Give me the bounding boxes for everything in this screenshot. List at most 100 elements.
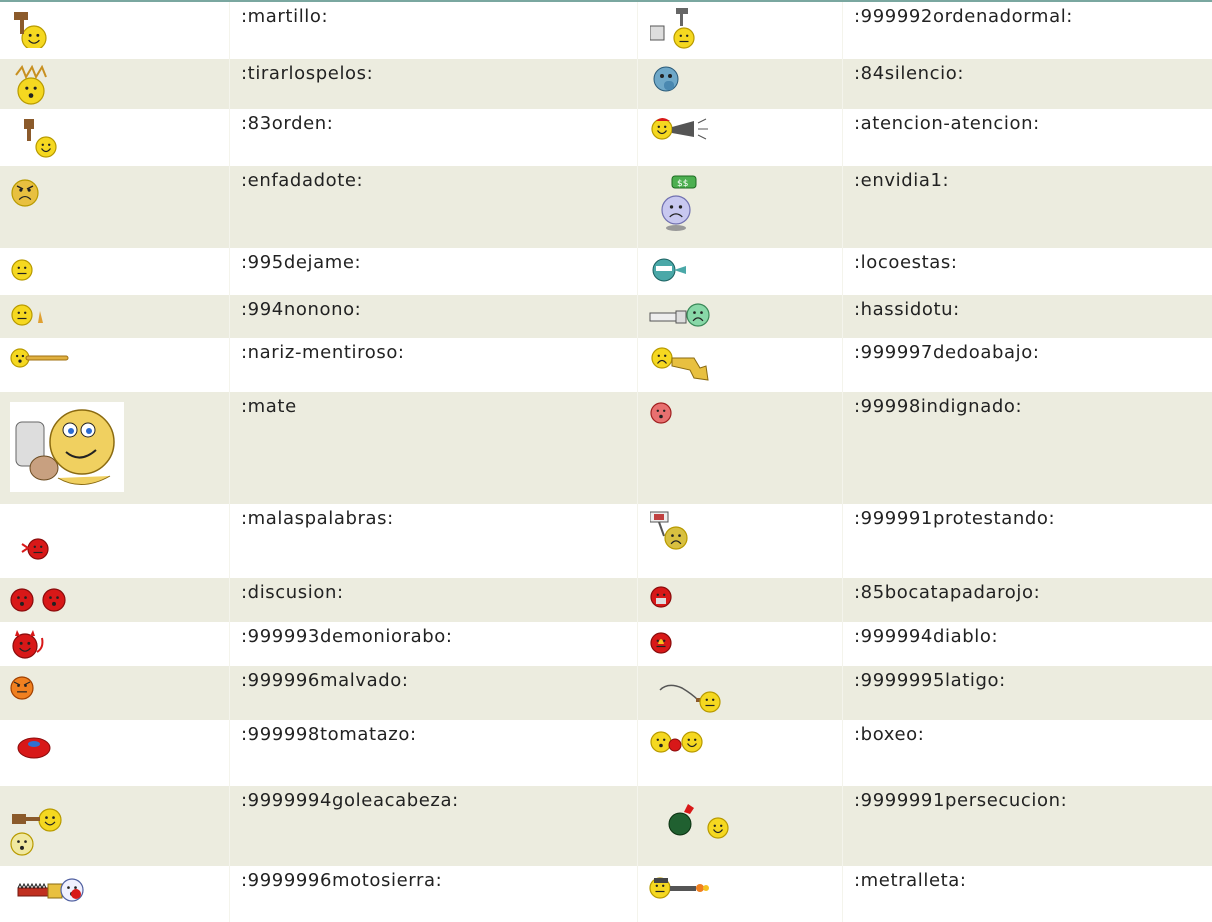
- emoticon-code: :metralleta:: [854, 870, 967, 891]
- emoticon-cell: [0, 866, 230, 922]
- angry-smiley-icon[interactable]: [10, 178, 42, 210]
- table-row: :994nonono::hassidotu:: [0, 295, 1212, 338]
- table-row: :tirarlospelos: :84silencio:: [0, 59, 1212, 109]
- table-row: :mate :99998indignado:: [0, 392, 1212, 504]
- crazy-smiley-icon[interactable]: [650, 258, 690, 284]
- table-row: :999996malvado: :9999995latigo:: [0, 666, 1212, 720]
- boxing-smileys-icon[interactable]: [650, 728, 704, 758]
- pointing-finger-smiley-icon[interactable]: [648, 301, 714, 329]
- emoticon-code-cell: :9999995latigo:: [843, 666, 1212, 720]
- mate-smiley-icon[interactable]: [10, 402, 124, 492]
- emoticon-code: :999996malvado:: [241, 670, 409, 691]
- table-row: :995dejame: :locoestas:: [0, 248, 1212, 295]
- emoticon-code-cell: :999991protestando:: [843, 504, 1212, 578]
- emoticon-cell: [0, 392, 230, 504]
- emoticon-code: :envidia1:: [854, 170, 950, 191]
- thumbs-down-smiley-icon[interactable]: [650, 344, 718, 382]
- devil-fire-smiley-icon[interactable]: [650, 630, 676, 656]
- megaphone-smiley-icon[interactable]: [650, 115, 710, 145]
- table-row: :enfadadote: $$:envidia1:: [0, 166, 1212, 248]
- protest-sign-smiley-icon[interactable]: [650, 510, 698, 550]
- emoticon-code: :83orden:: [241, 113, 334, 134]
- emoticon-code-cell: :tirarlospelos:: [230, 59, 638, 109]
- emoticon-code-cell: :83orden:: [230, 109, 638, 166]
- devil-tail-smiley-icon[interactable]: [10, 628, 46, 662]
- emoticon-code-cell: :discusion:: [230, 578, 638, 622]
- covered-mouth-red-smiley-icon[interactable]: [650, 586, 676, 612]
- emoticon-cell: [638, 578, 843, 622]
- emoticon-cell: [638, 392, 843, 504]
- emoticon-code-cell: :boxeo:: [843, 720, 1212, 786]
- emoticon-cell: [638, 720, 843, 786]
- no-no-finger-smiley-icon[interactable]: [10, 301, 50, 329]
- table-row: :9999994goleacabeza::9999991persecucion:: [0, 786, 1212, 866]
- emoticon-cell: [638, 622, 843, 666]
- emoticon-code-cell: :martillo:: [230, 2, 638, 59]
- emoticon-cell: [0, 338, 230, 392]
- emoticon-code-cell: :999997dedoabajo:: [843, 338, 1212, 392]
- liar-nose-smiley-icon[interactable]: [10, 346, 72, 370]
- emoticon-code: :84silencio:: [854, 63, 965, 84]
- emoticon-cell: $$: [638, 166, 843, 248]
- table-row: :malaspalabras: :999991protestando:: [0, 504, 1212, 578]
- emoticon-code: :9999991persecucion:: [854, 790, 1068, 811]
- emoticon-cell: [638, 109, 843, 166]
- emoticon-code: :999997dedoabajo:: [854, 342, 1040, 363]
- machine-gun-smiley-icon[interactable]: [648, 874, 712, 902]
- chainsaw-smiley-icon[interactable]: [16, 874, 86, 906]
- emoticon-cell: [638, 2, 843, 59]
- pulling-hair-smiley-icon[interactable]: [10, 65, 52, 105]
- emoticon-code-cell: :99998indignado:: [843, 392, 1212, 504]
- emoticon-code-cell: :locoestas:: [843, 248, 1212, 295]
- emoticon-cell: [638, 295, 843, 338]
- table-row: :999993demoniorabo: :999994diablo:: [0, 622, 1212, 666]
- smashed-computer-smiley-icon[interactable]: [650, 6, 700, 50]
- emoticon-code-cell: :999993demoniorabo:: [230, 622, 638, 666]
- emoticon-cell: [0, 786, 230, 866]
- emoticon-code-cell: :malaspalabras:: [230, 504, 638, 578]
- bad-words-smiley-icon[interactable]: [20, 536, 52, 562]
- table-row: :nariz-mentiroso: :999997dedoabajo:: [0, 338, 1212, 392]
- envy-smiley-icon[interactable]: $$: [650, 174, 700, 232]
- indignant-smiley-icon[interactable]: [650, 402, 676, 428]
- emoticon-code-cell: :mate: [230, 392, 638, 504]
- emoticon-code: :nariz-mentiroso:: [241, 342, 405, 363]
- emoticon-code: :atencion-atencion:: [854, 113, 1040, 134]
- emoticon-code: :discusion:: [241, 582, 344, 603]
- emoticon-code-cell: :999992ordenadormal:: [843, 2, 1212, 59]
- emoticon-code-cell: :atencion-atencion:: [843, 109, 1212, 166]
- emoticon-cell: [0, 666, 230, 720]
- emoticon-code-cell: :84silencio:: [843, 59, 1212, 109]
- whip-smiley-icon[interactable]: [658, 680, 724, 714]
- hit-head-smiley-icon[interactable]: [10, 806, 70, 858]
- emoticon-cell: [638, 59, 843, 109]
- emoticon-cell: [638, 338, 843, 392]
- emoticon-cell: [0, 109, 230, 166]
- emoticon-cell: [0, 166, 230, 248]
- emoticon-code: :999998tomatazo:: [241, 724, 417, 745]
- tomato-splat-icon[interactable]: [14, 734, 54, 762]
- emoticon-code: :martillo:: [241, 6, 329, 27]
- bomb-chase-smiley-icon[interactable]: [666, 800, 738, 840]
- gavel-order-smiley-icon[interactable]: [20, 115, 60, 159]
- emoticon-cell: [0, 295, 230, 338]
- emoticon-code: :999994diablo:: [854, 626, 999, 647]
- hammer-smiley-icon[interactable]: [10, 8, 50, 48]
- emoticon-code: :hassidotu:: [854, 299, 960, 320]
- evil-smiley-icon[interactable]: [10, 676, 38, 704]
- table-row: :discusion::85bocatapadarojo:: [0, 578, 1212, 622]
- emoticon-cell: [638, 666, 843, 720]
- emoticon-code: :mate: [241, 396, 297, 417]
- silence-smiley-icon[interactable]: [650, 63, 686, 97]
- emoticon-code-cell: :metralleta:: [843, 866, 1212, 922]
- emoticon-cell: [0, 2, 230, 59]
- table-row: :999998tomatazo: :boxeo:: [0, 720, 1212, 786]
- emoticon-code-cell: :nariz-mentiroso:: [230, 338, 638, 392]
- argument-smileys-icon[interactable]: [10, 586, 70, 614]
- table-row: :83orden: :atencion-atencion:: [0, 109, 1212, 166]
- leave-me-smiley-icon[interactable]: [10, 258, 38, 286]
- emoticon-cell: [0, 622, 230, 666]
- emoticon-code-cell: :999998tomatazo:: [230, 720, 638, 786]
- emoticon-code-cell: :9999996motosierra:: [230, 866, 638, 922]
- emoticon-code: :995dejame:: [241, 252, 362, 273]
